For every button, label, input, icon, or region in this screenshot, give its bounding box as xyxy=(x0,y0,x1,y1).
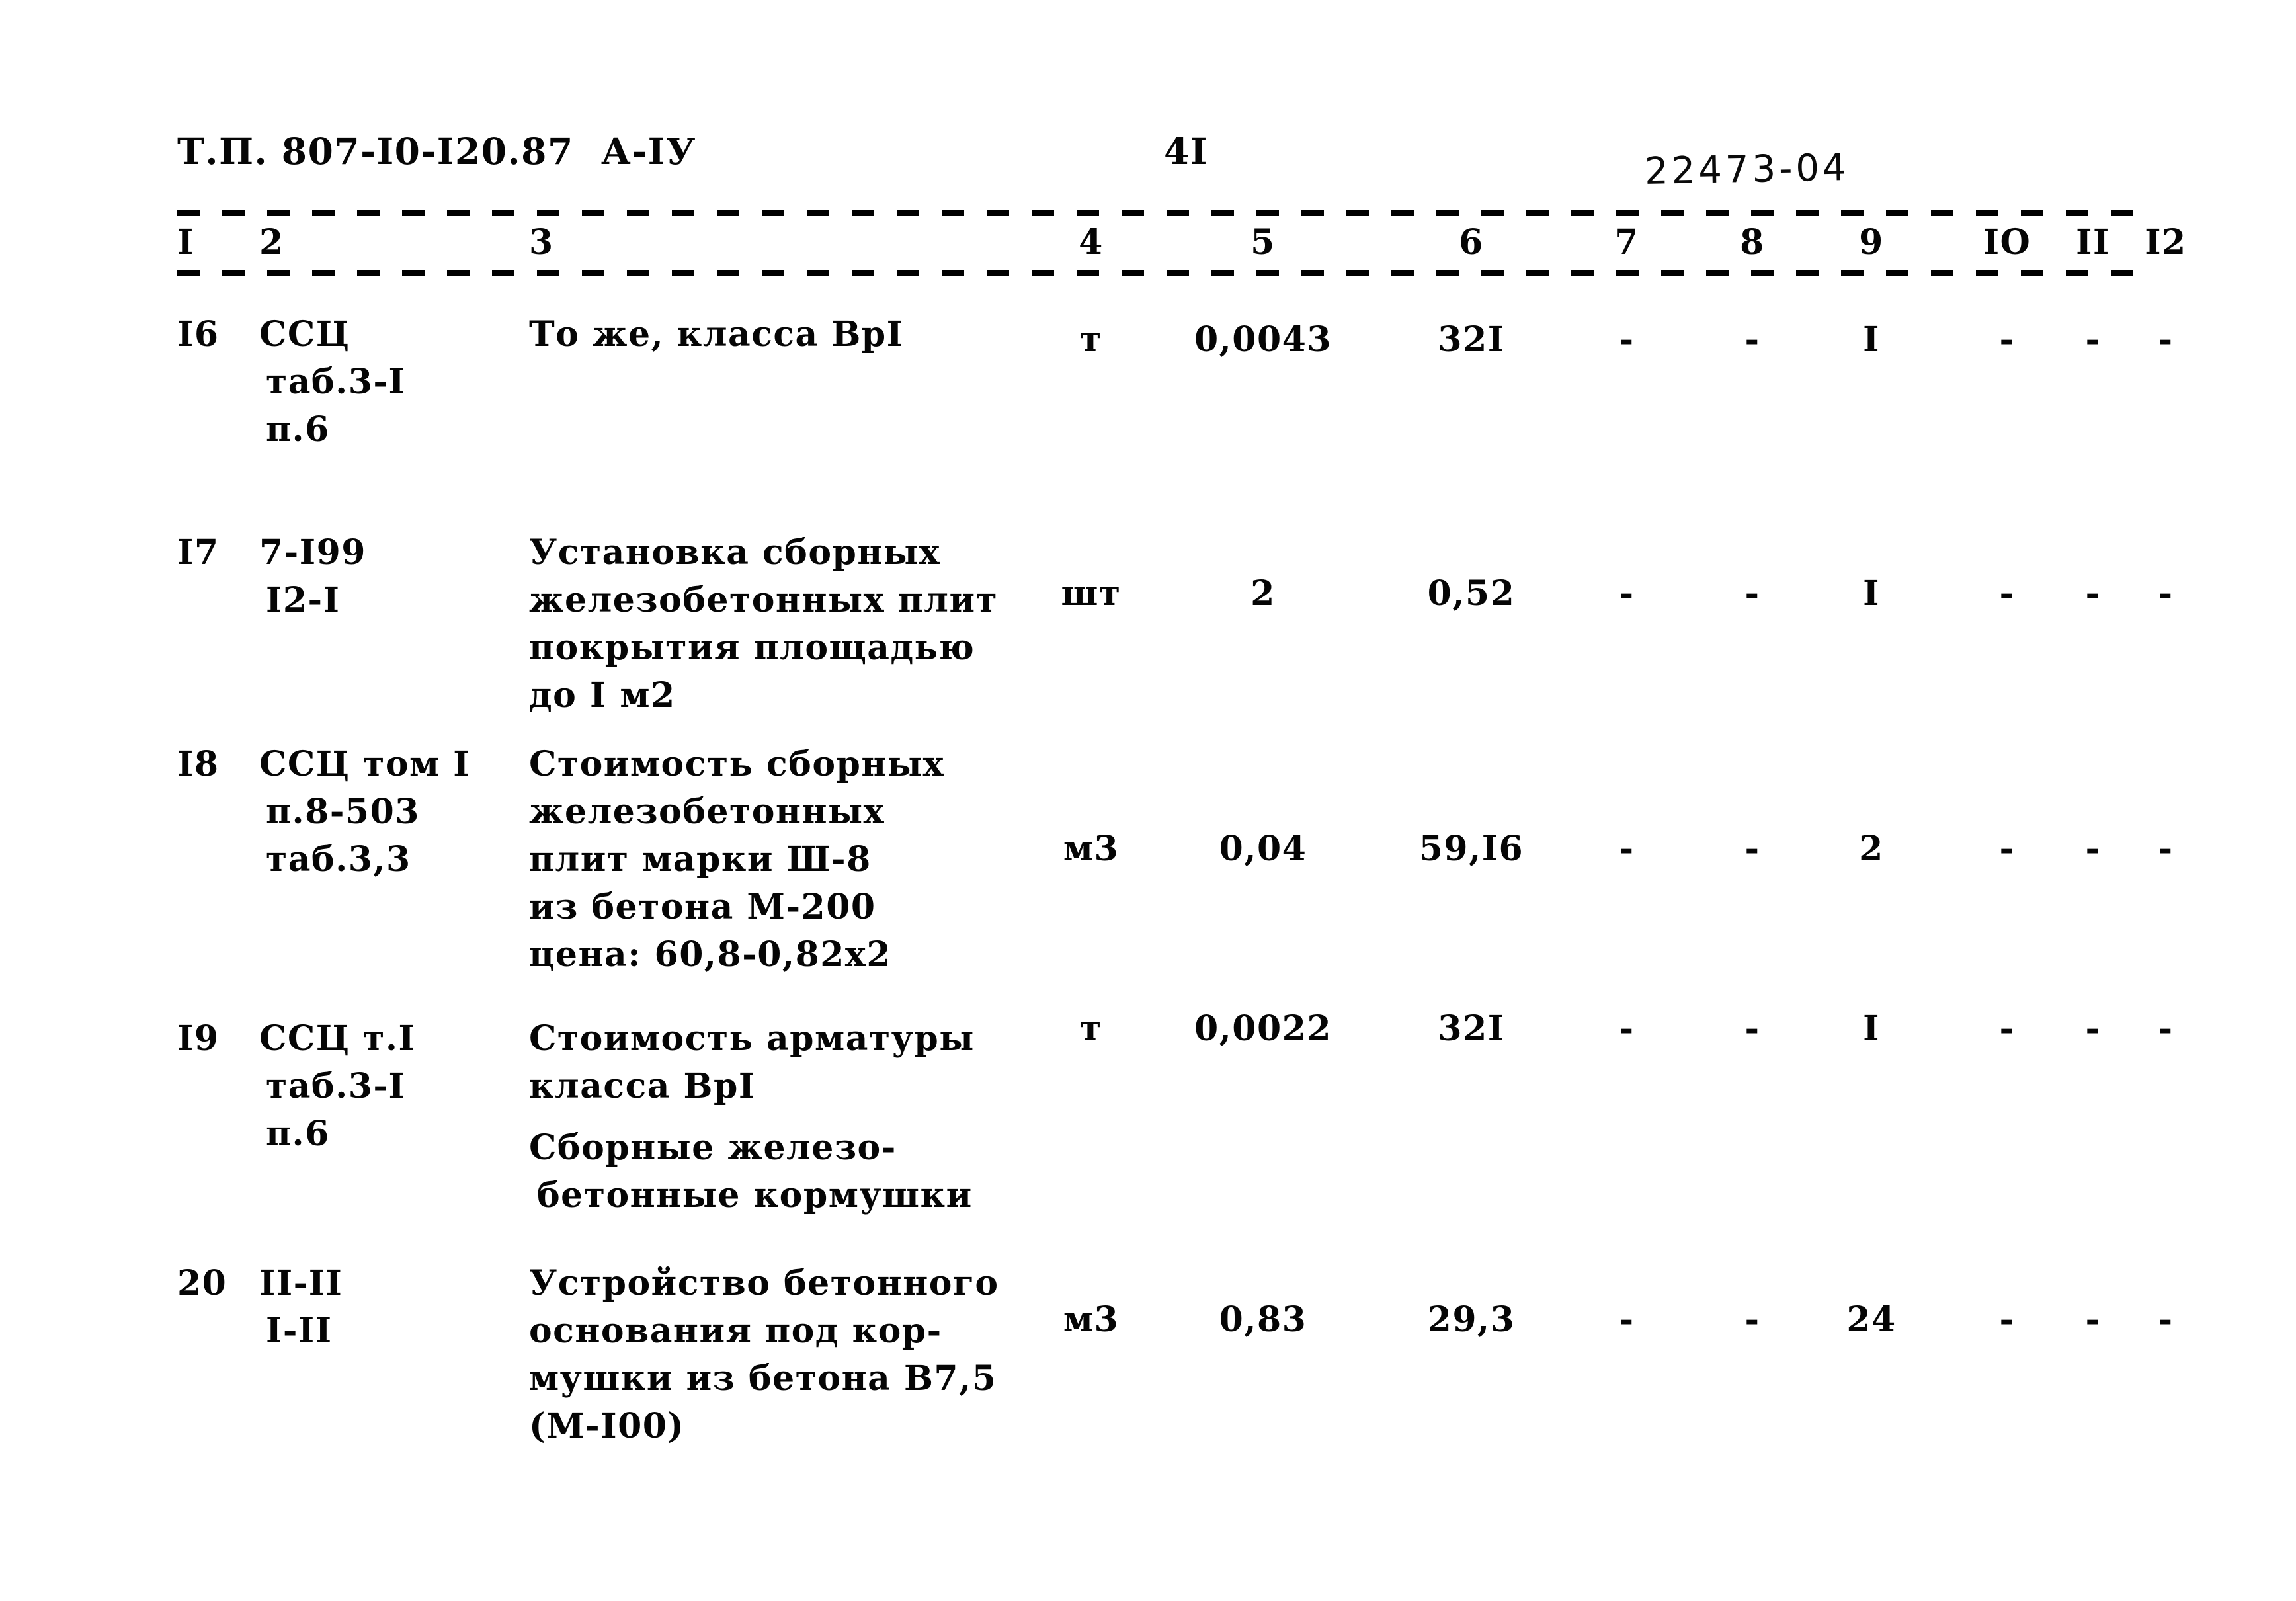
row-description-line: покрытия площадью xyxy=(529,628,975,668)
row-description-line: Стоимость сборных xyxy=(529,744,945,784)
row-description-line: основания под кор- xyxy=(529,1311,942,1351)
row-code-line: ССЦ xyxy=(259,314,350,354)
row-description-line: цена: 60,8-0,82х2 xyxy=(529,934,892,975)
row-description-line: Стоимость арматуры xyxy=(529,1018,975,1059)
row-col8: - xyxy=(1744,573,1760,614)
column-header-4: 4 xyxy=(1079,222,1104,263)
row-code-line: 7-I99 xyxy=(259,532,366,573)
table-column-headers: I 2 3 4 5 6 7 8 9 IO II I2 xyxy=(0,222,2296,268)
row-col8: - xyxy=(1744,1299,1760,1340)
row-unit: м3 xyxy=(1063,829,1120,869)
row-description-line: из бетона М-200 xyxy=(529,887,876,927)
row-unit: м3 xyxy=(1063,1299,1120,1340)
section-note-line: Сборные железо- xyxy=(529,1128,897,1168)
column-header-2: 2 xyxy=(259,222,284,263)
row-col7: - xyxy=(1619,1299,1635,1340)
row-col10: - xyxy=(1999,573,2015,614)
row-col10: - xyxy=(1999,1299,2015,1340)
row-quantity: 0,0022 xyxy=(1194,1008,1332,1049)
row-col12: - xyxy=(2158,1299,2174,1340)
row-col12: - xyxy=(2158,319,2174,360)
row-quantity: 0,83 xyxy=(1219,1299,1307,1340)
table-rule-top xyxy=(177,210,2156,216)
row-description-line: (М-I00) xyxy=(529,1406,685,1446)
row-position-number: I6 xyxy=(177,314,220,354)
row-price: 32I xyxy=(1438,319,1505,360)
row-col10: - xyxy=(1999,1008,2015,1049)
row-code-line: таб.3-I xyxy=(266,1066,406,1106)
column-header-8: 8 xyxy=(1740,222,1765,263)
row-unit: шт xyxy=(1061,573,1122,614)
row-description-line: мушки из бетона В7,5 xyxy=(529,1358,997,1399)
archive-stamp: 22473-04 xyxy=(1644,146,1850,193)
document-page: Т.П. 807-I0-I20.87 А-IУ 4I 22473-04 I234… xyxy=(0,0,2296,1601)
row-description-line: железобетонных xyxy=(529,792,885,832)
row-quantity: 2 xyxy=(1250,573,1276,614)
row-col8: - xyxy=(1744,319,1760,360)
row-code-line: п.8-503 xyxy=(266,792,420,832)
row-col12: - xyxy=(2158,1008,2174,1049)
page-header: Т.П. 807-I0-I20.87 А-IУ 4I 22473-04 xyxy=(0,130,2296,202)
column-header-12: I2 xyxy=(2145,222,2187,263)
row-col9: I xyxy=(1863,1008,1880,1049)
row-price: 59,I6 xyxy=(1418,829,1524,869)
row-col12: - xyxy=(2158,573,2174,614)
column-header-7: 7 xyxy=(1614,222,1639,263)
document-code: Т.П. 807-I0-I20.87 А-IУ xyxy=(177,130,696,173)
row-description-line: класса ВрI xyxy=(529,1066,756,1106)
row-price: 29,3 xyxy=(1427,1299,1516,1340)
row-code-line: таб.3-I xyxy=(266,362,406,402)
row-code-line: I2-I xyxy=(266,580,341,620)
column-header-6: 6 xyxy=(1459,222,1484,263)
row-position-number: I7 xyxy=(177,532,220,573)
row-price: 32I xyxy=(1438,1008,1505,1049)
row-description-line: плит марки Ш-8 xyxy=(529,839,872,880)
row-col10: - xyxy=(1999,319,2015,360)
row-unit: т xyxy=(1080,1008,1102,1049)
row-col10: - xyxy=(1999,829,2015,869)
row-description-line: до I м2 xyxy=(529,675,676,716)
column-header-1: I xyxy=(177,222,194,263)
section-note-line: бетонные кормушки xyxy=(537,1175,973,1215)
row-col8: - xyxy=(1744,829,1760,869)
page-number: 4I xyxy=(1164,130,1208,173)
row-code-line: ССЦ т.I xyxy=(259,1018,416,1059)
row-position-number: I9 xyxy=(177,1018,220,1059)
row-quantity: 0,04 xyxy=(1219,829,1307,869)
row-code-line: таб.3,3 xyxy=(266,839,411,880)
row-col9: I xyxy=(1863,319,1880,360)
row-description-line: Устройство бетонного xyxy=(529,1263,999,1303)
row-description-line: То же, класса ВрI xyxy=(529,314,904,354)
row-col7: - xyxy=(1619,829,1635,869)
row-col8: - xyxy=(1744,1008,1760,1049)
column-header-3: 3 xyxy=(529,222,554,263)
row-quantity: 0,0043 xyxy=(1194,319,1332,360)
row-col9: 24 xyxy=(1846,1299,1897,1340)
row-price: 0,52 xyxy=(1427,573,1516,614)
row-description-line: железобетонных плит xyxy=(529,580,999,620)
column-header-9: 9 xyxy=(1859,222,1884,263)
column-header-5: 5 xyxy=(1250,222,1276,263)
row-col12: - xyxy=(2158,829,2174,869)
table-rule-bottom xyxy=(177,270,2156,276)
row-col9: I xyxy=(1863,573,1880,614)
row-code-line: I-II xyxy=(266,1311,333,1351)
row-unit: т xyxy=(1080,319,1102,360)
row-col7: - xyxy=(1619,1008,1635,1049)
row-position-number: 20 xyxy=(177,1263,227,1303)
column-header-10: IO xyxy=(1983,222,2031,263)
row-code-line: п.6 xyxy=(266,1114,330,1154)
row-code-line: ССЦ том I xyxy=(259,744,471,784)
row-code-line: п.6 xyxy=(266,409,330,450)
row-col9: 2 xyxy=(1859,829,1884,869)
row-col7: - xyxy=(1619,573,1635,614)
row-description-line: Установка сборных xyxy=(529,532,941,573)
row-code-line: II-II xyxy=(259,1263,343,1303)
row-position-number: I8 xyxy=(177,744,220,784)
row-col7: - xyxy=(1619,319,1635,360)
